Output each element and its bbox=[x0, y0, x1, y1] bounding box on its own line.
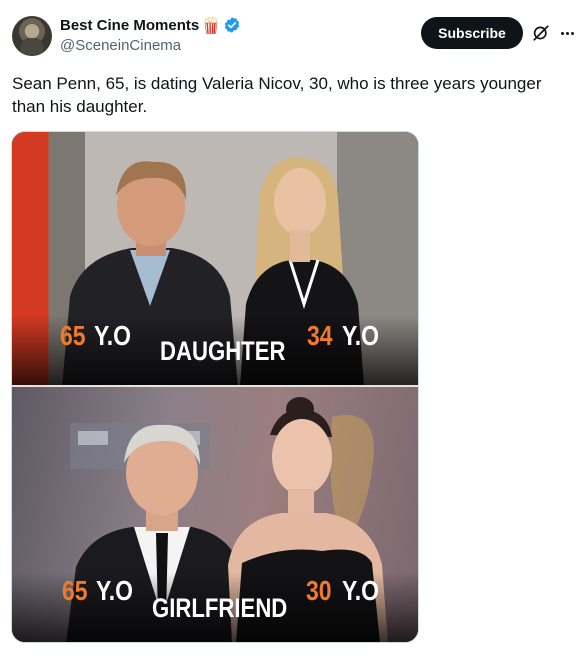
age-right-top: 34 bbox=[307, 320, 333, 351]
media-panel-bottom: 65 Y.O GIRLFRIEND 30 Y.O bbox=[12, 387, 418, 642]
post-media[interactable]: 65 Y.O DAUGHTER 34 Y.O 65 Y.O GIRLFRIEND… bbox=[11, 131, 419, 643]
yo-left-bottom: Y.O bbox=[96, 575, 134, 606]
author-block: Best Cine Moments @SceneinCinema bbox=[60, 14, 241, 54]
handle[interactable]: @SceneinCinema bbox=[60, 37, 241, 54]
grok-icon[interactable] bbox=[532, 24, 550, 42]
avatar[interactable] bbox=[12, 16, 52, 56]
post-text: Sean Penn, 65, is dating Valeria Nicov, … bbox=[12, 74, 542, 116]
display-name[interactable]: Best Cine Moments bbox=[60, 17, 199, 34]
subscribe-button[interactable]: Subscribe bbox=[421, 17, 523, 49]
age-right-bottom: 30 bbox=[306, 575, 332, 606]
verified-icon[interactable] bbox=[223, 16, 241, 34]
post-header: Best Cine Moments @SceneinCinema Subscri… bbox=[12, 14, 574, 60]
media-panel-top: 65 Y.O DAUGHTER 34 Y.O bbox=[12, 132, 418, 385]
age-left-top: 65 bbox=[60, 320, 86, 351]
yo-left-top: Y.O bbox=[94, 320, 132, 351]
yo-right-bottom: Y.O bbox=[342, 575, 380, 606]
label-daughter: DAUGHTER bbox=[160, 336, 286, 366]
yo-right-top: Y.O bbox=[342, 320, 380, 351]
display-name-row: Best Cine Moments bbox=[60, 14, 241, 36]
age-left-bottom: 65 bbox=[62, 575, 88, 606]
label-girlfriend: GIRLFRIEND bbox=[152, 593, 288, 623]
more-icon[interactable] bbox=[558, 24, 576, 42]
popcorn-icon bbox=[203, 16, 219, 34]
